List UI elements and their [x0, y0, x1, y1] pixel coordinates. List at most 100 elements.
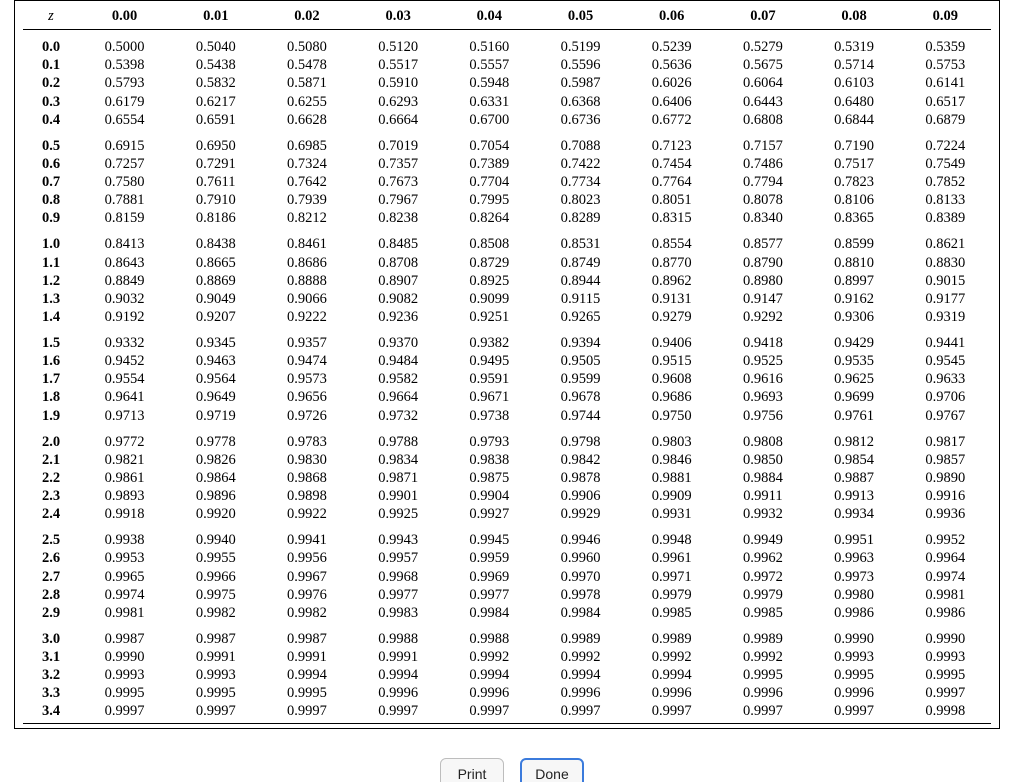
cell: 0.6026	[626, 74, 717, 92]
cell: 0.9970	[535, 568, 626, 586]
table-row: 2.80.99740.99750.99760.99770.99770.99780…	[23, 586, 991, 604]
row-header: 2.4	[23, 505, 79, 523]
cell: 0.7088	[535, 129, 626, 155]
print-button[interactable]: Print	[440, 758, 504, 782]
cell: 0.9925	[353, 505, 444, 523]
cell: 0.9345	[170, 326, 261, 352]
row-header: 1.6	[23, 352, 79, 370]
cell: 0.6443	[717, 93, 808, 111]
cell: 0.6950	[170, 129, 261, 155]
cell: 0.9960	[535, 549, 626, 567]
cell: 0.9265	[535, 308, 626, 326]
cell: 0.9987	[261, 622, 352, 648]
cell: 0.9871	[353, 469, 444, 487]
cell: 0.9599	[535, 370, 626, 388]
cell: 0.8461	[261, 227, 352, 253]
table-row: 0.70.75800.76110.76420.76730.77040.77340…	[23, 173, 991, 191]
cell: 0.9357	[261, 326, 352, 352]
cell: 0.6664	[353, 111, 444, 129]
cell: 0.9251	[444, 308, 535, 326]
cell: 0.6628	[261, 111, 352, 129]
cell: 0.9993	[900, 648, 991, 666]
cell: 0.7611	[170, 173, 261, 191]
table-row: 1.50.93320.93450.93570.93700.93820.93940…	[23, 326, 991, 352]
cell: 0.8749	[535, 254, 626, 272]
cell: 0.9918	[79, 505, 170, 523]
cell: 0.8907	[353, 272, 444, 290]
cell: 0.9881	[626, 469, 717, 487]
cell: 0.5359	[900, 30, 991, 57]
cell: 0.7054	[444, 129, 535, 155]
cell: 0.6217	[170, 93, 261, 111]
cell: 0.9969	[444, 568, 535, 586]
cell: 0.9582	[353, 370, 444, 388]
cell: 0.9875	[444, 469, 535, 487]
cell: 0.9996	[626, 684, 717, 702]
cell: 0.9997	[626, 702, 717, 720]
table-row: 2.20.98610.98640.98680.98710.98750.98780…	[23, 469, 991, 487]
row-header: 3.2	[23, 666, 79, 684]
cell: 0.9554	[79, 370, 170, 388]
cell: 0.9484	[353, 352, 444, 370]
cell: 0.9049	[170, 290, 261, 308]
row-header: 3.1	[23, 648, 79, 666]
z-table-corner: z	[23, 3, 79, 30]
cell: 0.9817	[900, 425, 991, 451]
done-button[interactable]: Done	[520, 758, 584, 782]
cell: 0.9994	[535, 666, 626, 684]
cell: 0.9967	[261, 568, 352, 586]
cell: 0.9738	[444, 407, 535, 425]
cell: 0.9982	[261, 604, 352, 622]
cell: 0.9222	[261, 308, 352, 326]
cell: 0.8159	[79, 209, 170, 227]
cell: 0.9834	[353, 451, 444, 469]
row-header: 1.4	[23, 308, 79, 326]
row-header: 3.0	[23, 622, 79, 648]
cell: 0.9838	[444, 451, 535, 469]
cell: 0.9830	[261, 451, 352, 469]
cell: 0.7486	[717, 155, 808, 173]
table-row: 2.10.98210.98260.98300.98340.98380.98420…	[23, 451, 991, 469]
cell: 0.9977	[353, 586, 444, 604]
table-row: 0.10.53980.54380.54780.55170.55570.55960…	[23, 56, 991, 74]
cell: 0.6554	[79, 111, 170, 129]
cell: 0.9929	[535, 505, 626, 523]
row-header: 0.5	[23, 129, 79, 155]
cell: 0.8849	[79, 272, 170, 290]
cell: 0.9750	[626, 407, 717, 425]
cell: 0.9916	[900, 487, 991, 505]
col-header: 0.01	[170, 3, 261, 30]
cell: 0.9989	[626, 622, 717, 648]
cell: 0.9625	[809, 370, 900, 388]
cell: 0.9946	[535, 523, 626, 549]
cell: 0.9980	[809, 586, 900, 604]
cell: 0.7852	[900, 173, 991, 191]
cell: 0.8621	[900, 227, 991, 253]
cell: 0.9997	[261, 702, 352, 720]
table-row: 3.40.99970.99970.99970.99970.99970.99970…	[23, 702, 991, 720]
col-header: 0.02	[261, 3, 352, 30]
row-header: 2.2	[23, 469, 79, 487]
cell: 0.9808	[717, 425, 808, 451]
cell: 0.9995	[809, 666, 900, 684]
table-row: 2.00.97720.97780.97830.97880.97930.97980…	[23, 425, 991, 451]
cell: 0.9505	[535, 352, 626, 370]
cell: 0.6844	[809, 111, 900, 129]
cell: 0.9732	[353, 407, 444, 425]
row-header: 2.6	[23, 549, 79, 567]
cell: 0.8729	[444, 254, 535, 272]
col-header: 0.07	[717, 3, 808, 30]
cell: 0.8186	[170, 209, 261, 227]
cell: 0.9986	[809, 604, 900, 622]
cell: 0.8531	[535, 227, 626, 253]
cell: 0.9995	[79, 684, 170, 702]
cell: 0.9726	[261, 407, 352, 425]
cell: 0.6736	[535, 111, 626, 129]
row-header: 0.8	[23, 191, 79, 209]
row-header: 0.9	[23, 209, 79, 227]
cell: 0.9441	[900, 326, 991, 352]
cell: 0.9952	[900, 523, 991, 549]
cell: 0.9394	[535, 326, 626, 352]
dialog-buttons: Print Done	[0, 758, 1024, 782]
col-header: 0.05	[535, 3, 626, 30]
